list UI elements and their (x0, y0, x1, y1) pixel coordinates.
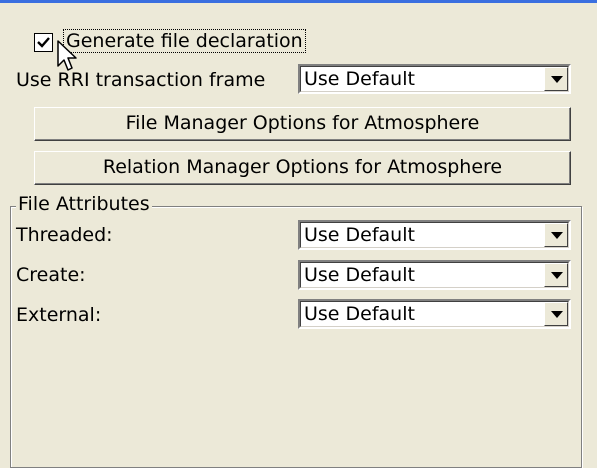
file-attributes-title: File Attributes (16, 193, 152, 215)
chevron-down-icon (551, 76, 563, 83)
threaded-dropdown-button[interactable] (544, 223, 568, 247)
chevron-down-icon (551, 272, 563, 279)
create-label: Create: (16, 264, 86, 286)
threaded-label: Threaded: (16, 224, 113, 246)
external-value: Use Default (304, 303, 415, 325)
generate-file-declaration-checkbox[interactable] (34, 33, 53, 52)
external-dropdown-button[interactable] (544, 302, 568, 326)
rri-transaction-frame-label: Use RRI transaction frame (16, 69, 266, 91)
chevron-down-icon (551, 311, 563, 318)
file-manager-options-button[interactable]: File Manager Options for Atmosphere (34, 107, 571, 141)
chevron-down-icon (551, 232, 563, 239)
create-dropdown-button[interactable] (544, 263, 568, 287)
create-value: Use Default (304, 264, 415, 286)
rri-transaction-frame-dropdown-button[interactable] (544, 67, 568, 91)
external-select[interactable]: Use Default (298, 299, 571, 329)
relation-manager-options-button[interactable]: Relation Manager Options for Atmosphere (34, 151, 571, 185)
threaded-value: Use Default (304, 224, 415, 246)
rri-transaction-frame-select[interactable]: Use Default (298, 64, 571, 94)
mouse-pointer-icon (57, 40, 77, 71)
external-label: External: (16, 304, 102, 326)
generate-file-declaration-label: Generate file declaration (63, 29, 306, 53)
checkmark-icon (37, 37, 50, 48)
rri-transaction-frame-value: Use Default (304, 68, 415, 90)
create-select[interactable]: Use Default (298, 260, 571, 290)
threaded-select[interactable]: Use Default (298, 220, 571, 250)
